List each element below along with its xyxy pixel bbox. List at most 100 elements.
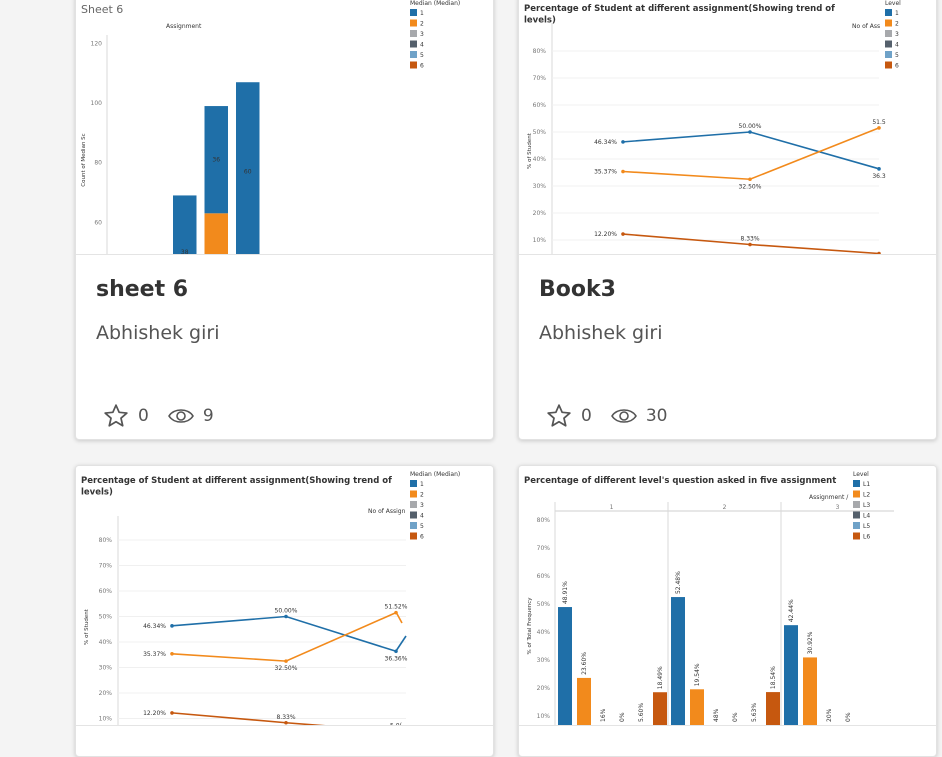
chart-title: levels) bbox=[524, 16, 556, 26]
bar-value-label: 16% bbox=[600, 708, 607, 722]
thumbnail-card-4[interactable]: Percentage of different level's question… bbox=[519, 466, 936, 725]
bar-value-label: 18.54% bbox=[770, 666, 777, 689]
legend-label: 6 bbox=[420, 534, 424, 541]
chart-title: Percentage of different level's question… bbox=[524, 476, 836, 486]
data-label: 36.36% bbox=[385, 655, 408, 662]
thumbnail-book3[interactable]: Percentage of Student at different assig… bbox=[519, 0, 936, 254]
legend-swatch bbox=[410, 9, 417, 16]
legend-swatch bbox=[885, 19, 892, 27]
author-name[interactable]: Abhishek giri bbox=[539, 322, 662, 344]
workbook-card-3[interactable]: Percentage of Student at different assig… bbox=[75, 465, 494, 757]
legend-swatch bbox=[410, 40, 417, 48]
chart-title: levels) bbox=[81, 488, 113, 498]
workbook-card-4[interactable]: Percentage of different level's question… bbox=[518, 465, 937, 757]
legend-swatch bbox=[885, 9, 892, 16]
y-tick-label: 20% bbox=[99, 690, 113, 697]
series-line bbox=[622, 127, 880, 181]
y-tick-label: 40% bbox=[99, 639, 113, 646]
bar bbox=[577, 677, 591, 725]
column-header: Assignment / bbox=[809, 494, 849, 501]
y-tick-label: 20% bbox=[533, 210, 547, 217]
y-tick-label: 50% bbox=[533, 129, 547, 136]
bar bbox=[690, 689, 704, 725]
legend-swatch bbox=[410, 51, 417, 58]
card-stats: 0 30 bbox=[545, 403, 685, 429]
y-tick-label: 60 bbox=[94, 219, 102, 226]
author-name[interactable]: Abhishek giri bbox=[96, 322, 219, 344]
data-point bbox=[621, 232, 625, 236]
star-icon[interactable] bbox=[102, 403, 130, 429]
legend-title: Median (Median) bbox=[410, 471, 460, 478]
legend-label: 5 bbox=[895, 52, 899, 59]
data-point bbox=[621, 140, 625, 144]
column-header: No of Ass bbox=[852, 23, 880, 30]
legend-swatch bbox=[410, 61, 417, 69]
bar-segment bbox=[204, 213, 228, 254]
eye-icon bbox=[167, 409, 194, 423]
thumbnail-card-3[interactable]: Percentage of Student at different assig… bbox=[76, 466, 493, 725]
bar-value-label: 52.48% bbox=[675, 571, 682, 594]
legend-swatch bbox=[410, 480, 417, 487]
legend-label: 6 bbox=[420, 63, 424, 70]
legend-label: 3 bbox=[895, 31, 899, 38]
favorite-stat[interactable]: 0 bbox=[102, 403, 149, 429]
data-label: 12.20% bbox=[594, 231, 617, 238]
workbook-title[interactable]: Book3 bbox=[539, 277, 616, 302]
legend-label: L2 bbox=[863, 492, 870, 499]
data-label: 8.33% bbox=[276, 714, 295, 721]
legend-label: 1 bbox=[420, 10, 424, 17]
bar bbox=[766, 692, 780, 725]
data-point bbox=[748, 177, 752, 182]
card-divider bbox=[519, 254, 936, 255]
legend-label: 2 bbox=[420, 21, 424, 28]
bar-value-label: 48% bbox=[713, 708, 720, 722]
workbook-title[interactable]: sheet 6 bbox=[96, 277, 188, 302]
star-icon[interactable] bbox=[545, 403, 573, 429]
data-label: 51.52% bbox=[385, 604, 408, 611]
legend-swatch bbox=[853, 532, 860, 540]
series-line-tail bbox=[395, 611, 403, 624]
card-divider bbox=[76, 254, 493, 255]
legend-label: L6 bbox=[863, 534, 870, 541]
bar-value-label: 42.44% bbox=[788, 599, 795, 622]
y-tick-label: 30% bbox=[533, 183, 547, 190]
column-label: 3 bbox=[836, 504, 840, 511]
data-point bbox=[284, 614, 288, 619]
favorite-stat[interactable]: 0 bbox=[545, 403, 592, 429]
legend-label: L1 bbox=[863, 481, 870, 488]
data-point bbox=[170, 624, 174, 628]
y-axis-label: % of Total Frequency bbox=[527, 597, 533, 655]
y-tick-label: 10% bbox=[533, 237, 547, 244]
data-point bbox=[284, 659, 288, 663]
legend-title: Level bbox=[885, 0, 901, 7]
eye-icon bbox=[610, 409, 637, 423]
workbook-card-sheet-6[interactable]: Sheet 6Assignment20406080100120Count of … bbox=[75, 0, 494, 440]
chart-title: Assignment bbox=[166, 23, 202, 30]
legend-title: Level bbox=[853, 471, 869, 478]
y-tick-label: 20% bbox=[537, 685, 551, 692]
data-label: 8.33% bbox=[740, 236, 759, 243]
sheet-label: Sheet 6 bbox=[81, 3, 123, 16]
data-point bbox=[170, 711, 174, 715]
bar-value-label: 5.63% bbox=[751, 703, 758, 722]
views-stat: 9 bbox=[167, 406, 214, 426]
legend-swatch bbox=[853, 480, 860, 487]
legend-label: L4 bbox=[863, 513, 870, 520]
series-line bbox=[622, 131, 880, 170]
bar-value-label: 48.91% bbox=[562, 581, 569, 604]
thumbnail-sheet-6[interactable]: Sheet 6Assignment20406080100120Count of … bbox=[76, 0, 493, 254]
data-point bbox=[170, 652, 174, 656]
bar-value-label: 30.92% bbox=[807, 631, 814, 654]
y-axis-label: % of Student bbox=[84, 608, 90, 645]
y-tick-label: 100 bbox=[91, 100, 103, 107]
legend-label: 5 bbox=[420, 523, 424, 530]
legend-label: 3 bbox=[420, 31, 424, 38]
y-tick-label: 30% bbox=[537, 657, 551, 664]
workbook-card-book3[interactable]: Percentage of Student at different assig… bbox=[518, 0, 937, 440]
legend-swatch bbox=[410, 532, 417, 540]
data-point bbox=[748, 130, 752, 134]
data-point bbox=[748, 242, 752, 247]
data-label: 32.50% bbox=[275, 665, 298, 672]
y-tick-label: 120 bbox=[91, 41, 103, 48]
bar-value-label: 60 bbox=[244, 169, 252, 176]
